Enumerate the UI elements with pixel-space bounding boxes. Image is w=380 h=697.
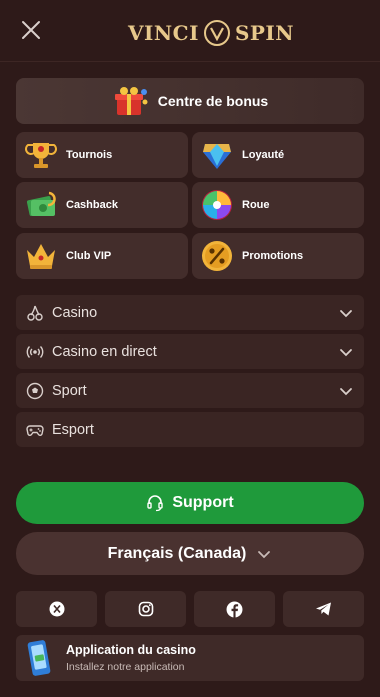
social-instagram-button[interactable]: [105, 591, 186, 627]
logo-text-left: VINCI: [128, 21, 199, 45]
tile-label: Cashback: [66, 199, 118, 211]
casino-app-card[interactable]: Application du casino Installez notre ap…: [16, 635, 364, 681]
social-telegram-button[interactable]: [283, 591, 364, 627]
menu-item-casino-en-direct[interactable]: Casino en direct: [16, 334, 364, 369]
tile-roue[interactable]: Roue: [192, 182, 364, 228]
chevron-down-icon: [340, 387, 352, 395]
tile-loyaute[interactable]: Loyauté: [192, 132, 364, 178]
chevron-down-icon: [340, 309, 352, 317]
tile-label: Club VIP: [66, 250, 112, 262]
logo: VINCI SPIN: [128, 18, 294, 48]
menu-item-sport[interactable]: Sport: [16, 373, 364, 408]
x-icon: [49, 601, 64, 617]
tile-label: Promotions: [242, 250, 304, 262]
tile-label: Roue: [242, 199, 270, 211]
menu-item-casino[interactable]: Casino: [16, 295, 364, 330]
gift-icon: [114, 87, 148, 115]
phone-app-icon: [27, 640, 51, 676]
broadcast-icon: [26, 345, 44, 358]
app-card-title: Application du casino: [66, 643, 196, 657]
language-selector[interactable]: Français (Canada): [16, 532, 364, 575]
close-icon: [22, 21, 40, 39]
support-label: Support: [172, 494, 234, 511]
bonus-center-label: Centre de bonus: [157, 93, 269, 109]
soccer-ball-icon: [26, 382, 44, 399]
close-button[interactable]: [18, 17, 44, 43]
menu-item-label: Esport: [52, 421, 94, 438]
logo-text-right: SPIN: [234, 21, 295, 45]
trophy-icon: [25, 143, 57, 168]
social-facebook-button[interactable]: [194, 591, 275, 627]
instagram-icon: [138, 601, 153, 617]
cherries-icon: [27, 305, 43, 321]
percent-icon: [202, 241, 232, 271]
tile-cashback[interactable]: Cashback: [16, 182, 188, 228]
menu-item-label: Sport: [52, 382, 87, 399]
tile-label: Loyauté: [242, 149, 285, 161]
gamepad-icon: [26, 424, 44, 436]
app-card-subtitle: Installez notre application: [66, 661, 185, 673]
headset-icon: [147, 495, 164, 512]
tile-tournois[interactable]: Tournois: [16, 132, 188, 178]
chevron-down-icon: [340, 348, 352, 356]
logo-medal-icon: [203, 20, 230, 46]
language-label: Français (Canada): [107, 544, 247, 562]
support-button[interactable]: Support: [16, 482, 364, 524]
menu-item-label: Casino: [52, 304, 98, 321]
tile-label: Tournois: [66, 149, 113, 161]
wheel-icon: [202, 190, 232, 220]
tile-club-vip[interactable]: Club VIP: [16, 233, 188, 279]
header: VINCI SPIN: [0, 0, 380, 62]
tile-promotions[interactable]: Promotions: [192, 233, 364, 279]
telegram-icon: [316, 602, 331, 616]
facebook-icon: [226, 601, 243, 618]
social-x-button[interactable]: [16, 591, 97, 627]
menu-item-esport[interactable]: Esport: [16, 412, 364, 447]
chevron-down-icon: [258, 550, 271, 558]
bonus-center-button[interactable]: Centre de bonus: [16, 78, 364, 124]
crown-icon: [27, 244, 55, 269]
cash-icon: [26, 191, 56, 216]
menu-item-label: Casino en direct: [52, 343, 157, 360]
diamond-icon: [203, 144, 231, 169]
